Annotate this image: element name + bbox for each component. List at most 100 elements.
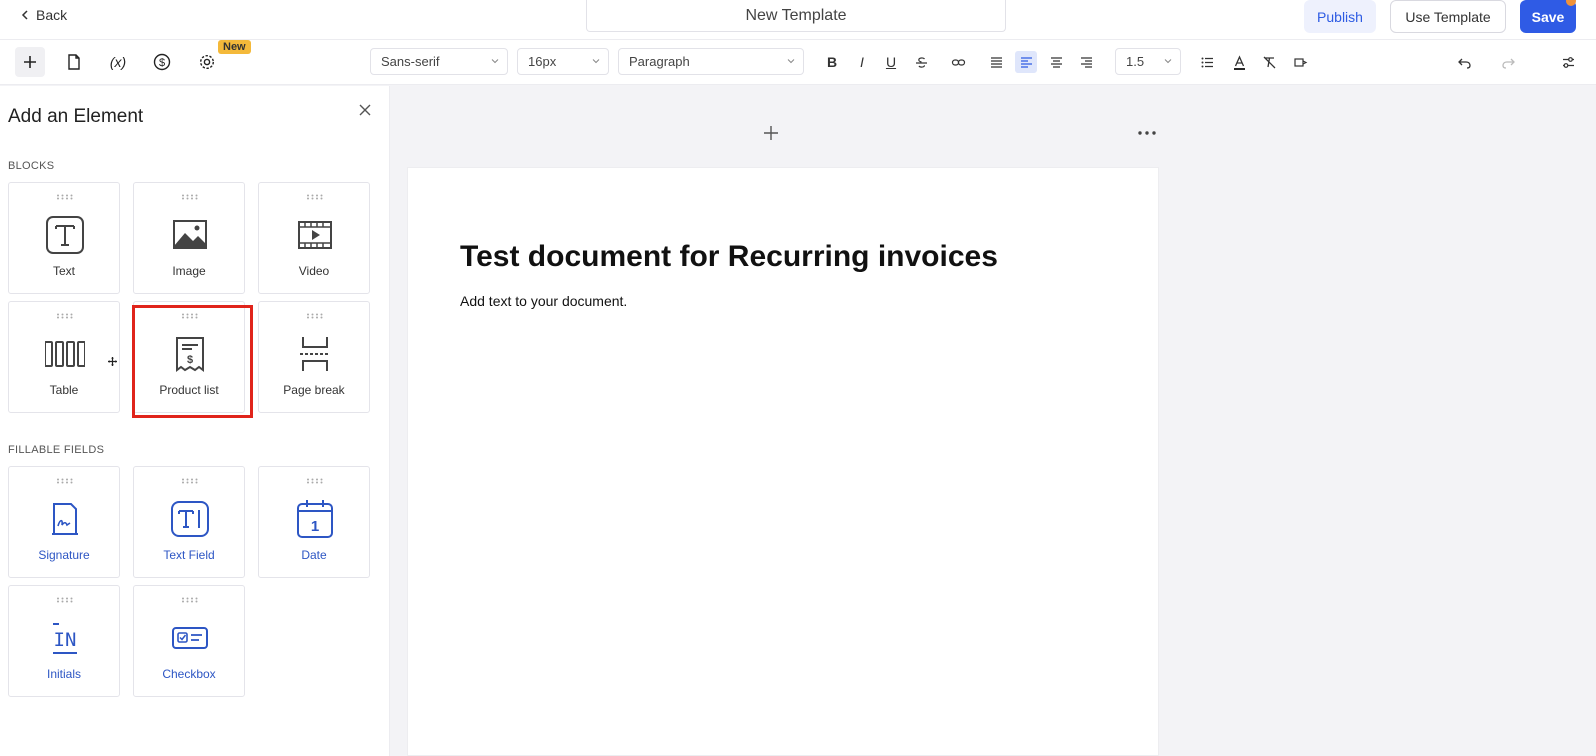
field-label: Text Field — [163, 548, 215, 562]
strikethrough-button[interactable] — [910, 51, 932, 73]
drag-handle-icon[interactable] — [181, 597, 199, 603]
undo-button[interactable] — [1453, 51, 1475, 73]
field-signature-card[interactable]: Signature — [8, 466, 120, 578]
drag-handle-icon[interactable] — [306, 194, 324, 200]
template-name-field[interactable]: New Template — [586, 0, 1006, 32]
dollar-circle-icon: $ — [153, 53, 171, 71]
field-label: Signature — [38, 548, 90, 562]
drag-handle-icon[interactable] — [56, 194, 74, 200]
pricing-button[interactable]: $ — [147, 47, 177, 77]
initials-icon-text: IN — [54, 629, 77, 651]
move-cursor-icon — [108, 357, 117, 366]
publish-button[interactable]: Publish — [1304, 0, 1376, 33]
underline-button[interactable]: U — [880, 51, 902, 73]
drag-handle-icon[interactable] — [56, 478, 74, 484]
font-family-select[interactable]: Sans-serif — [370, 48, 508, 75]
table-icon — [45, 341, 85, 367]
format-options-icon — [1293, 57, 1307, 67]
text-color-button[interactable] — [1228, 51, 1250, 73]
block-text-card[interactable]: Text — [8, 182, 120, 294]
undo-icon — [1457, 58, 1471, 69]
bullet-list-icon — [1201, 57, 1213, 67]
redo-icon — [1501, 58, 1515, 69]
field-label: Date — [301, 548, 327, 562]
variables-button[interactable]: (x) — [103, 47, 133, 77]
back-button[interactable]: Back — [20, 7, 67, 23]
font-family-value: Sans-serif — [381, 54, 440, 69]
chevron-down-icon — [592, 59, 600, 64]
drag-handle-icon[interactable] — [181, 194, 199, 200]
text-icon — [46, 216, 84, 254]
svg-text:$: $ — [159, 57, 165, 69]
field-label: Checkbox — [162, 667, 216, 681]
date-icon: 1 — [297, 500, 333, 538]
panel-title: Add an Element — [8, 106, 144, 127]
document-page[interactable]: Test document for Recurring invoices Add… — [407, 167, 1159, 756]
add-element-panel: Add an Element BLOCKS Text Image Video T… — [0, 86, 390, 756]
document-settings-button[interactable] — [1557, 51, 1579, 73]
link-icon — [951, 58, 965, 66]
align-center-button[interactable] — [1045, 51, 1067, 73]
chevron-down-icon — [1164, 59, 1172, 64]
drag-handle-icon[interactable] — [56, 313, 74, 319]
field-date-card[interactable]: 1 Date — [258, 466, 370, 578]
close-icon[interactable] — [357, 102, 373, 118]
use-template-button[interactable]: Use Template — [1390, 0, 1506, 33]
fillable-fields-heading: FILLABLE FIELDS — [8, 444, 105, 456]
checkbox-icon — [172, 627, 208, 649]
plus-icon — [24, 56, 36, 68]
top-bar: Back New Template Publish Use Template S… — [0, 0, 1596, 40]
align-center-icon — [1050, 56, 1062, 68]
block-style-value: Paragraph — [629, 54, 690, 69]
drag-handle-icon[interactable] — [56, 597, 74, 603]
initials-icon: IN — [53, 623, 77, 654]
document-body[interactable]: Add text to your document. — [460, 293, 627, 309]
bold-button[interactable]: B — [821, 51, 843, 73]
redo-button[interactable] — [1497, 51, 1519, 73]
drag-handle-icon[interactable] — [306, 478, 324, 484]
document-button[interactable] — [59, 47, 89, 77]
align-right-button[interactable] — [1075, 51, 1097, 73]
font-size-value: 16px — [528, 54, 557, 69]
add-section-icon[interactable] — [763, 125, 779, 141]
bullet-list-button[interactable] — [1196, 51, 1218, 73]
link-button[interactable] — [947, 51, 969, 73]
gear-icon — [199, 54, 215, 70]
block-page-break-card[interactable]: Page break — [258, 301, 370, 413]
drag-handle-icon[interactable] — [306, 313, 324, 319]
align-justify-icon — [990, 56, 1002, 68]
field-text-field-card[interactable]: Text Field — [133, 466, 245, 578]
block-video-card[interactable]: Video — [258, 182, 370, 294]
block-table-card[interactable]: Table — [8, 301, 120, 413]
chevron-down-icon — [491, 59, 499, 64]
field-checkbox-card[interactable]: Checkbox — [133, 585, 245, 697]
italic-button[interactable]: I — [851, 51, 873, 73]
block-label: Table — [49, 383, 79, 397]
clear-format-icon — [1263, 56, 1275, 68]
text-color-icon — [1233, 54, 1245, 70]
text-field-icon — [171, 501, 209, 537]
page-break-icon — [300, 337, 330, 371]
block-image-card[interactable]: Image — [133, 182, 245, 294]
chevron-left-icon — [21, 10, 28, 20]
drag-handle-icon[interactable] — [181, 478, 199, 484]
justify-button[interactable] — [985, 51, 1007, 73]
document-title[interactable]: Test document for Recurring invoices — [460, 240, 998, 274]
add-element-button[interactable] — [15, 47, 45, 77]
font-size-select[interactable]: 16px — [517, 48, 609, 75]
editor-toolbar: (x) $ New Sans-serif 16px Paragraph B I … — [0, 40, 1596, 85]
line-height-value: 1.5 — [1126, 54, 1145, 69]
image-icon — [173, 220, 207, 249]
blocks-heading: BLOCKS — [8, 160, 55, 172]
clear-format-button[interactable] — [1258, 51, 1280, 73]
align-right-icon — [1080, 56, 1092, 68]
block-style-select[interactable]: Paragraph — [618, 48, 804, 75]
block-label: Video — [298, 264, 330, 278]
align-left-button[interactable] — [1015, 51, 1037, 73]
line-height-select[interactable]: 1.5 — [1115, 48, 1181, 75]
more-format-button[interactable] — [1289, 51, 1311, 73]
more-options-icon[interactable] — [1137, 131, 1157, 135]
sliders-icon — [1562, 56, 1574, 68]
field-initials-card[interactable]: IN Initials — [8, 585, 120, 697]
signature-icon — [52, 503, 78, 535]
